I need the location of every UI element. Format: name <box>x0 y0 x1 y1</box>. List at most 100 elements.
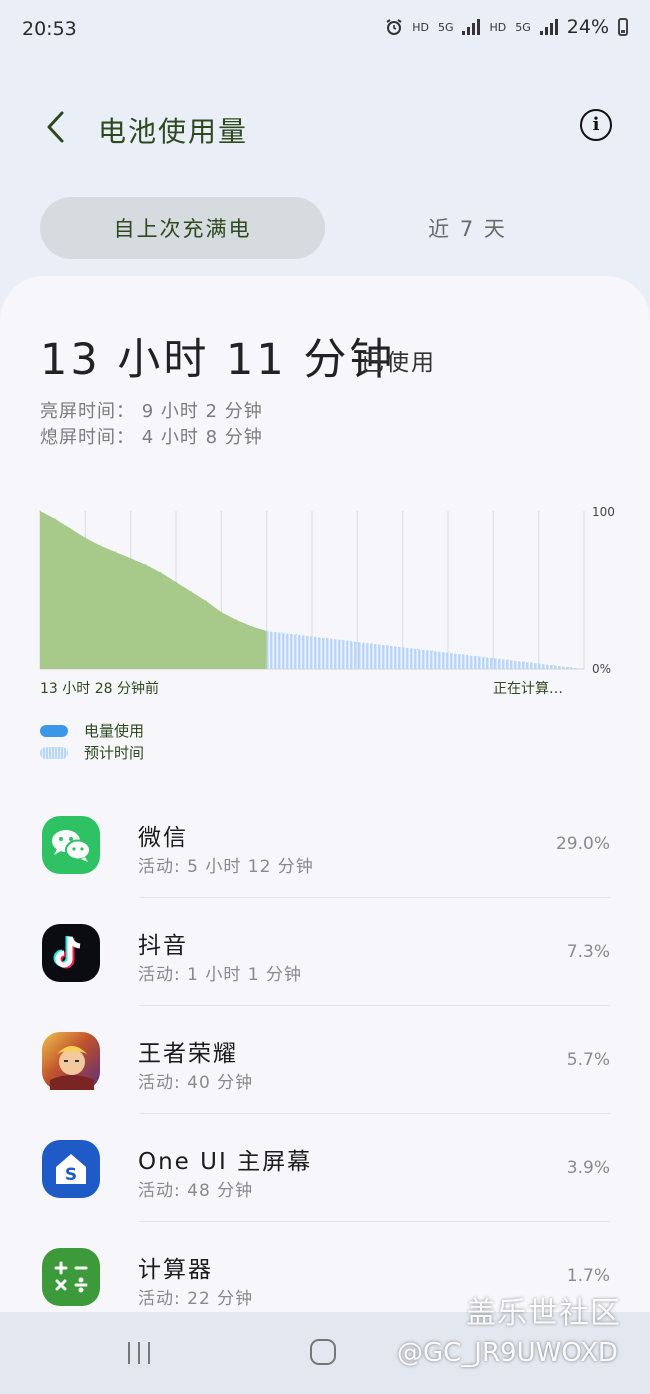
tab-last-7-days[interactable]: 近 7 天 <box>325 197 610 259</box>
chart-point <box>251 625 253 627</box>
signal-icon <box>462 19 481 35</box>
app-percent: 5.7% <box>566 1050 610 1070</box>
wechat-icon <box>42 816 100 874</box>
chart-point <box>39 510 41 512</box>
app-row-honor-of-kings[interactable]: 王者荣耀 活动: 40 分钟 5.7% <box>40 1006 610 1114</box>
battery-icon <box>618 18 628 36</box>
y-tick-0: 0% <box>592 662 611 675</box>
app-activity: 活动: 48 分钟 <box>138 1181 254 1201</box>
chart-point <box>538 663 540 665</box>
status-time: 20:53 <box>22 18 77 40</box>
back-arrow-icon <box>47 111 64 143</box>
app-row-douyin[interactable]: 抖音 活动: 1 小时 1 分钟 7.3% <box>40 898 610 1006</box>
chart-point <box>205 600 207 602</box>
chart-point <box>462 654 464 656</box>
chart-point <box>402 646 404 648</box>
network-5g-label: 5G <box>437 20 454 34</box>
chart-point <box>371 643 373 645</box>
douyin-icon <box>42 924 100 982</box>
watermark-title: 盖乐世社区 <box>466 1296 621 1331</box>
app-activity: 活动: 5 小时 12 分钟 <box>138 857 314 877</box>
chart-point <box>99 545 101 547</box>
chart-point <box>553 664 555 666</box>
honor-of-kings-icon <box>42 1032 100 1090</box>
chart-point <box>84 537 86 539</box>
oneui-home-icon: S <box>42 1140 100 1198</box>
chart-start-label: 13 小时 28 分钟前 <box>40 681 159 697</box>
chart-point <box>523 661 525 663</box>
app-name: 计算器 <box>138 1257 213 1283</box>
legend-swatch-usage <box>40 724 68 737</box>
svg-text:S: S <box>65 1165 77 1185</box>
chart-point <box>130 557 132 559</box>
chart-point <box>492 657 494 659</box>
chart-point <box>387 644 389 647</box>
screen-off-time: 熄屏时间： 4 小时 8 分钟 <box>40 427 263 448</box>
chart-point <box>190 591 192 593</box>
back-button[interactable] <box>38 107 72 147</box>
signal-icon-2 <box>539 19 558 35</box>
app-percent: 3.9% <box>566 1158 610 1178</box>
alarm-icon <box>386 19 402 35</box>
chart-point <box>220 611 222 613</box>
series-estimate-area <box>266 631 584 669</box>
app-percent: 7.3% <box>566 942 610 962</box>
chart-point <box>160 572 162 574</box>
chart-point <box>447 652 449 654</box>
chart-point <box>235 619 237 621</box>
hd-label-2: HD <box>489 20 507 34</box>
recent-apps-button[interactable] <box>128 1342 150 1364</box>
chart-point <box>175 581 177 583</box>
hd-label: HD <box>412 20 429 34</box>
battery-chart: 100 0% <box>39 505 615 675</box>
app-row-wechat[interactable]: 微信 活动: 5 小时 12 分钟 29.0% <box>40 790 610 898</box>
legend-label-estimate: 预计时间 <box>84 744 145 762</box>
watermark-id: @GC_JR9UWOXD <box>397 1338 618 1368</box>
chart-point <box>311 635 313 638</box>
app-row-oneui-home[interactable]: S One UI 主屏幕 活动: 48 分钟 3.9% <box>40 1114 610 1222</box>
info-icon: i <box>592 114 600 135</box>
info-button[interactable]: i <box>580 109 612 141</box>
legend-label-usage: 电量使用 <box>84 722 145 740</box>
total-used-time: 13 小时 11 分钟 <box>40 335 396 385</box>
app-activity: 活动: 22 分钟 <box>138 1289 254 1309</box>
network-5g-label-2: 5G <box>515 20 531 34</box>
chart-point <box>296 634 298 636</box>
chart-point <box>432 650 434 652</box>
page-title: 电池使用量 <box>98 115 249 148</box>
chart-point <box>281 632 283 634</box>
y-tick-100: 100 <box>592 505 615 519</box>
chart-point <box>341 639 343 641</box>
chart-point <box>568 666 570 668</box>
legend-swatch-estimate <box>40 746 68 759</box>
chart-point <box>69 527 71 529</box>
chart-point <box>54 518 56 520</box>
chart-point <box>145 564 147 566</box>
screen-on-time: 亮屏时间： 9 小时 2 分钟 <box>40 401 263 422</box>
series-usage-area <box>40 511 267 669</box>
chart-end-label: 正在计算… <box>493 681 563 697</box>
app-activity: 活动: 40 分钟 <box>138 1073 254 1093</box>
app-activity: 活动: 1 小时 1 分钟 <box>138 965 302 985</box>
chart-point <box>583 668 585 670</box>
tab-since-last-full-charge[interactable]: 自上次充满电 <box>40 197 325 259</box>
status-bar: 20:53 HD 5G HD 5G 24% <box>0 0 650 60</box>
app-name: 王者荣耀 <box>138 1041 238 1067</box>
header: 电池使用量 i <box>0 95 650 159</box>
app-name: 抖音 <box>138 933 188 959</box>
app-percent: 1.7% <box>566 1266 610 1286</box>
chart-point <box>266 630 268 632</box>
chart-point <box>417 648 419 650</box>
legend-item-estimate: 预计时间 <box>40 742 144 763</box>
legend-item-usage: 电量使用 <box>40 720 144 741</box>
battery-percent: 24% <box>566 16 609 38</box>
used-suffix: 已使用 <box>361 350 436 376</box>
app-percent: 29.0% <box>555 834 610 854</box>
chart-point <box>356 641 358 643</box>
chart-point <box>477 655 479 657</box>
status-icons: HD 5G HD 5G 24% <box>385 16 628 38</box>
home-button[interactable] <box>310 1339 336 1365</box>
app-name: One UI 主屏幕 <box>138 1149 313 1175</box>
app-name: 微信 <box>138 825 188 851</box>
chart-point <box>115 551 117 553</box>
